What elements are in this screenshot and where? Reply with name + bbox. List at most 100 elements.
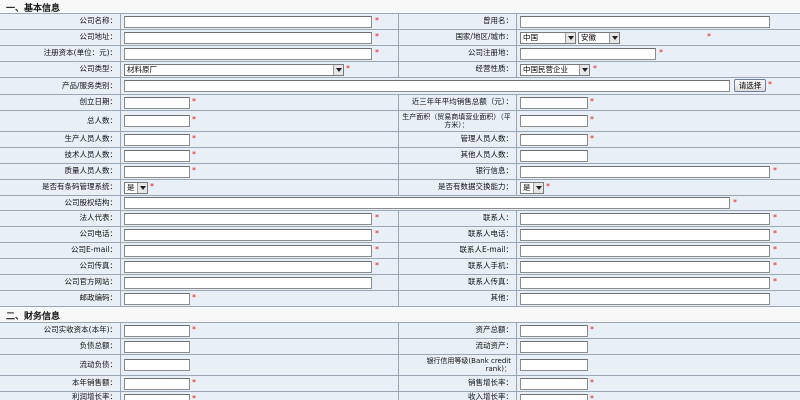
form-row: 流动负债： 银行信用等级(Bank credit rank)： — [0, 355, 800, 376]
sales-growth-input[interactable] — [520, 378, 588, 390]
postal-code-input[interactable] — [124, 293, 190, 305]
company-email-input[interactable] — [124, 245, 372, 257]
contact-email-input[interactable] — [520, 245, 770, 257]
other-staff-input[interactable] — [520, 150, 588, 162]
required-mark: * — [733, 198, 737, 207]
total-liabilities-label: 负债总额： — [79, 341, 118, 351]
management-staff-label: 管理人员人数： — [460, 134, 514, 144]
company-type-value: 材料原厂 — [127, 65, 157, 74]
company-website-label: 公司官方网站： — [64, 277, 118, 287]
equity-structure-input[interactable] — [124, 197, 730, 209]
paid-capital-label: 公司实收资本(本年)： — [43, 325, 117, 335]
other-input[interactable] — [520, 293, 770, 305]
income-growth-input[interactable] — [520, 394, 588, 400]
required-mark: * — [659, 48, 663, 57]
total-liabilities-input[interactable] — [124, 341, 190, 353]
required-mark: * — [773, 261, 777, 270]
total-assets-input[interactable] — [520, 325, 588, 337]
province-select[interactable]: 安徽 — [578, 32, 620, 44]
company-type-label: 公司类型： — [79, 64, 118, 74]
form-row: 质量人员人数： * 银行信息： * — [0, 164, 800, 180]
company-address-input[interactable] — [124, 32, 372, 44]
required-mark: * — [590, 115, 594, 124]
registered-capital-input[interactable] — [124, 48, 372, 60]
required-mark: * — [192, 134, 196, 143]
contact-phone-input[interactable] — [520, 229, 770, 241]
form-row: 公司股权结构： * — [0, 196, 800, 211]
annual-sales-input[interactable] — [124, 378, 190, 390]
contact-input[interactable] — [520, 213, 770, 225]
contact-phone-label: 联系人电话： — [468, 229, 513, 239]
form-row: 生产人员人数： * 管理人员人数： * — [0, 132, 800, 148]
bank-info-input[interactable] — [520, 166, 770, 178]
business-nature-select[interactable]: 中国民营企业 — [520, 64, 590, 76]
current-liabilities-input[interactable] — [124, 359, 190, 371]
current-assets-input[interactable] — [520, 341, 588, 353]
company-type-select[interactable]: 材料原厂 — [124, 64, 344, 76]
data-exchange-select[interactable]: 是 — [520, 182, 544, 194]
chevron-down-icon — [533, 183, 543, 193]
required-mark: * — [773, 229, 777, 238]
production-area-label: 生产面积（贸易商填营业面积）（平方米）： — [402, 112, 511, 129]
required-mark: * — [346, 64, 350, 73]
former-name-input[interactable] — [520, 16, 770, 28]
required-mark: * — [593, 64, 597, 73]
form-row: 是否有条码管理系统： 是 * 是否有数据交换能力： 是 * — [0, 180, 800, 196]
required-mark: * — [375, 32, 379, 41]
tech-staff-input[interactable] — [124, 150, 190, 162]
former-name-label: 曾用名： — [483, 16, 513, 26]
form-row: 公司类型： 材料原厂 * 经营性质： 中国民营企业 * — [0, 62, 800, 78]
founded-date-input[interactable] — [124, 97, 190, 109]
registered-place-label: 公司注册地： — [468, 48, 513, 58]
contact-label: 联系人： — [483, 213, 513, 223]
barcode-value: 是 — [127, 183, 135, 192]
product-category-label: 产品/服务类别： — [61, 80, 117, 90]
paid-capital-input[interactable] — [124, 325, 190, 337]
annual-sales-label: 本年销售额： — [72, 378, 117, 388]
company-fax-input[interactable] — [124, 261, 372, 273]
select-category-button[interactable]: 请选择 — [734, 79, 766, 92]
country-select[interactable]: 中国 — [520, 32, 576, 44]
required-mark: * — [773, 245, 777, 254]
form-row: 公司电话： * 联系人电话： * — [0, 227, 800, 243]
required-mark: * — [192, 325, 196, 334]
section-header-basic: 一、基本信息 — [0, 0, 800, 14]
bank-credit-rank-input[interactable] — [520, 359, 588, 371]
country-value: 中国 — [523, 33, 538, 42]
business-nature-value: 中国民营企业 — [523, 65, 568, 74]
chevron-down-icon — [137, 183, 147, 193]
production-staff-input[interactable] — [124, 134, 190, 146]
current-liabilities-label: 流动负债： — [79, 359, 118, 369]
country-region-city-label: 国家/地区/城市： — [455, 32, 513, 42]
company-phone-input[interactable] — [124, 229, 372, 241]
required-mark: * — [375, 261, 379, 270]
chevron-down-icon — [609, 33, 619, 43]
required-mark: * — [192, 166, 196, 175]
company-name-label: 公司名称： — [79, 16, 118, 26]
form-row: 创立日期： * 近三年年平均销售总额（元）： * — [0, 95, 800, 111]
profit-growth-input[interactable] — [124, 394, 190, 400]
required-mark: * — [773, 213, 777, 222]
product-category-input[interactable] — [124, 80, 730, 92]
quality-staff-input[interactable] — [124, 166, 190, 178]
required-mark: * — [707, 32, 711, 41]
company-name-input[interactable] — [124, 16, 372, 28]
form-row: 法人代表： * 联系人： * — [0, 211, 800, 227]
required-mark: * — [192, 293, 196, 302]
management-staff-input[interactable] — [520, 134, 588, 146]
barcode-system-select[interactable]: 是 — [124, 182, 148, 194]
total-staff-input[interactable] — [124, 115, 190, 127]
contact-fax-input[interactable] — [520, 277, 770, 289]
barcode-system-label: 是否有条码管理系统： — [42, 182, 117, 192]
registered-place-input[interactable] — [520, 48, 656, 60]
company-website-input[interactable] — [124, 277, 372, 289]
postal-code-label: 邮政编码： — [79, 293, 118, 303]
required-mark: * — [192, 150, 196, 159]
sales-3y-input[interactable] — [520, 97, 588, 109]
legal-rep-input[interactable] — [124, 213, 372, 225]
required-mark: * — [375, 48, 379, 57]
contact-mobile-input[interactable] — [520, 261, 770, 273]
equity-structure-label: 公司股权结构： — [64, 197, 118, 207]
production-area-input[interactable] — [520, 115, 588, 127]
required-mark: * — [590, 378, 594, 387]
